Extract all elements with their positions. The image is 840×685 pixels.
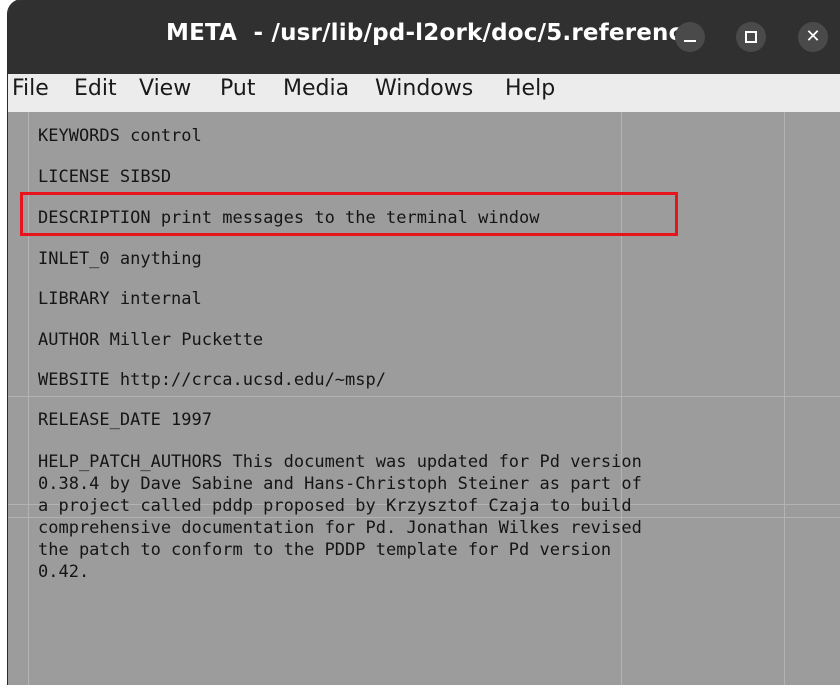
meta-inlet[interactable]: INLET_0 anything (38, 248, 202, 270)
menu-windows[interactable]: Windows (375, 76, 473, 101)
menu-bar: File Edit View Put Media Windows Help (8, 74, 840, 113)
meta-author[interactable]: AUTHOR Miller Puckette (38, 329, 263, 351)
meta-website[interactable]: WEBSITE http://crca.ucsd.edu/~msp/ (38, 369, 386, 391)
window-title: META - /usr/lib/pd-l2ork/doc/5.reference (166, 20, 699, 46)
maximize-icon (745, 31, 757, 43)
highlight-box (20, 192, 678, 236)
menu-media[interactable]: Media (283, 76, 349, 101)
pd-patch-window: META - /usr/lib/pd-l2ork/doc/5.reference… (8, 0, 840, 685)
menu-edit[interactable]: Edit (74, 76, 117, 101)
meta-release-date[interactable]: RELEASE_DATE 1997 (38, 409, 212, 431)
meta-help-patch-authors[interactable]: HELP_PATCH_AUTHORS This document was upd… (38, 451, 642, 583)
menu-put[interactable]: Put (220, 76, 255, 101)
grid-line (8, 396, 840, 397)
maximize-button[interactable] (736, 22, 766, 52)
grid-line (784, 112, 785, 685)
menu-view[interactable]: View (139, 76, 191, 101)
menu-help[interactable]: Help (505, 76, 555, 101)
close-icon: ✕ (805, 26, 821, 47)
menu-file[interactable]: File (12, 76, 49, 101)
close-button[interactable]: ✕ (798, 22, 828, 52)
meta-license[interactable]: LICENSE SIBSD (38, 166, 171, 188)
minimize-button[interactable] (675, 22, 705, 52)
meta-library[interactable]: LIBRARY internal (38, 288, 202, 310)
meta-keywords[interactable]: KEYWORDS control (38, 125, 202, 147)
minimize-icon (684, 40, 696, 42)
title-bar[interactable]: META - /usr/lib/pd-l2ork/doc/5.reference… (8, 0, 840, 74)
